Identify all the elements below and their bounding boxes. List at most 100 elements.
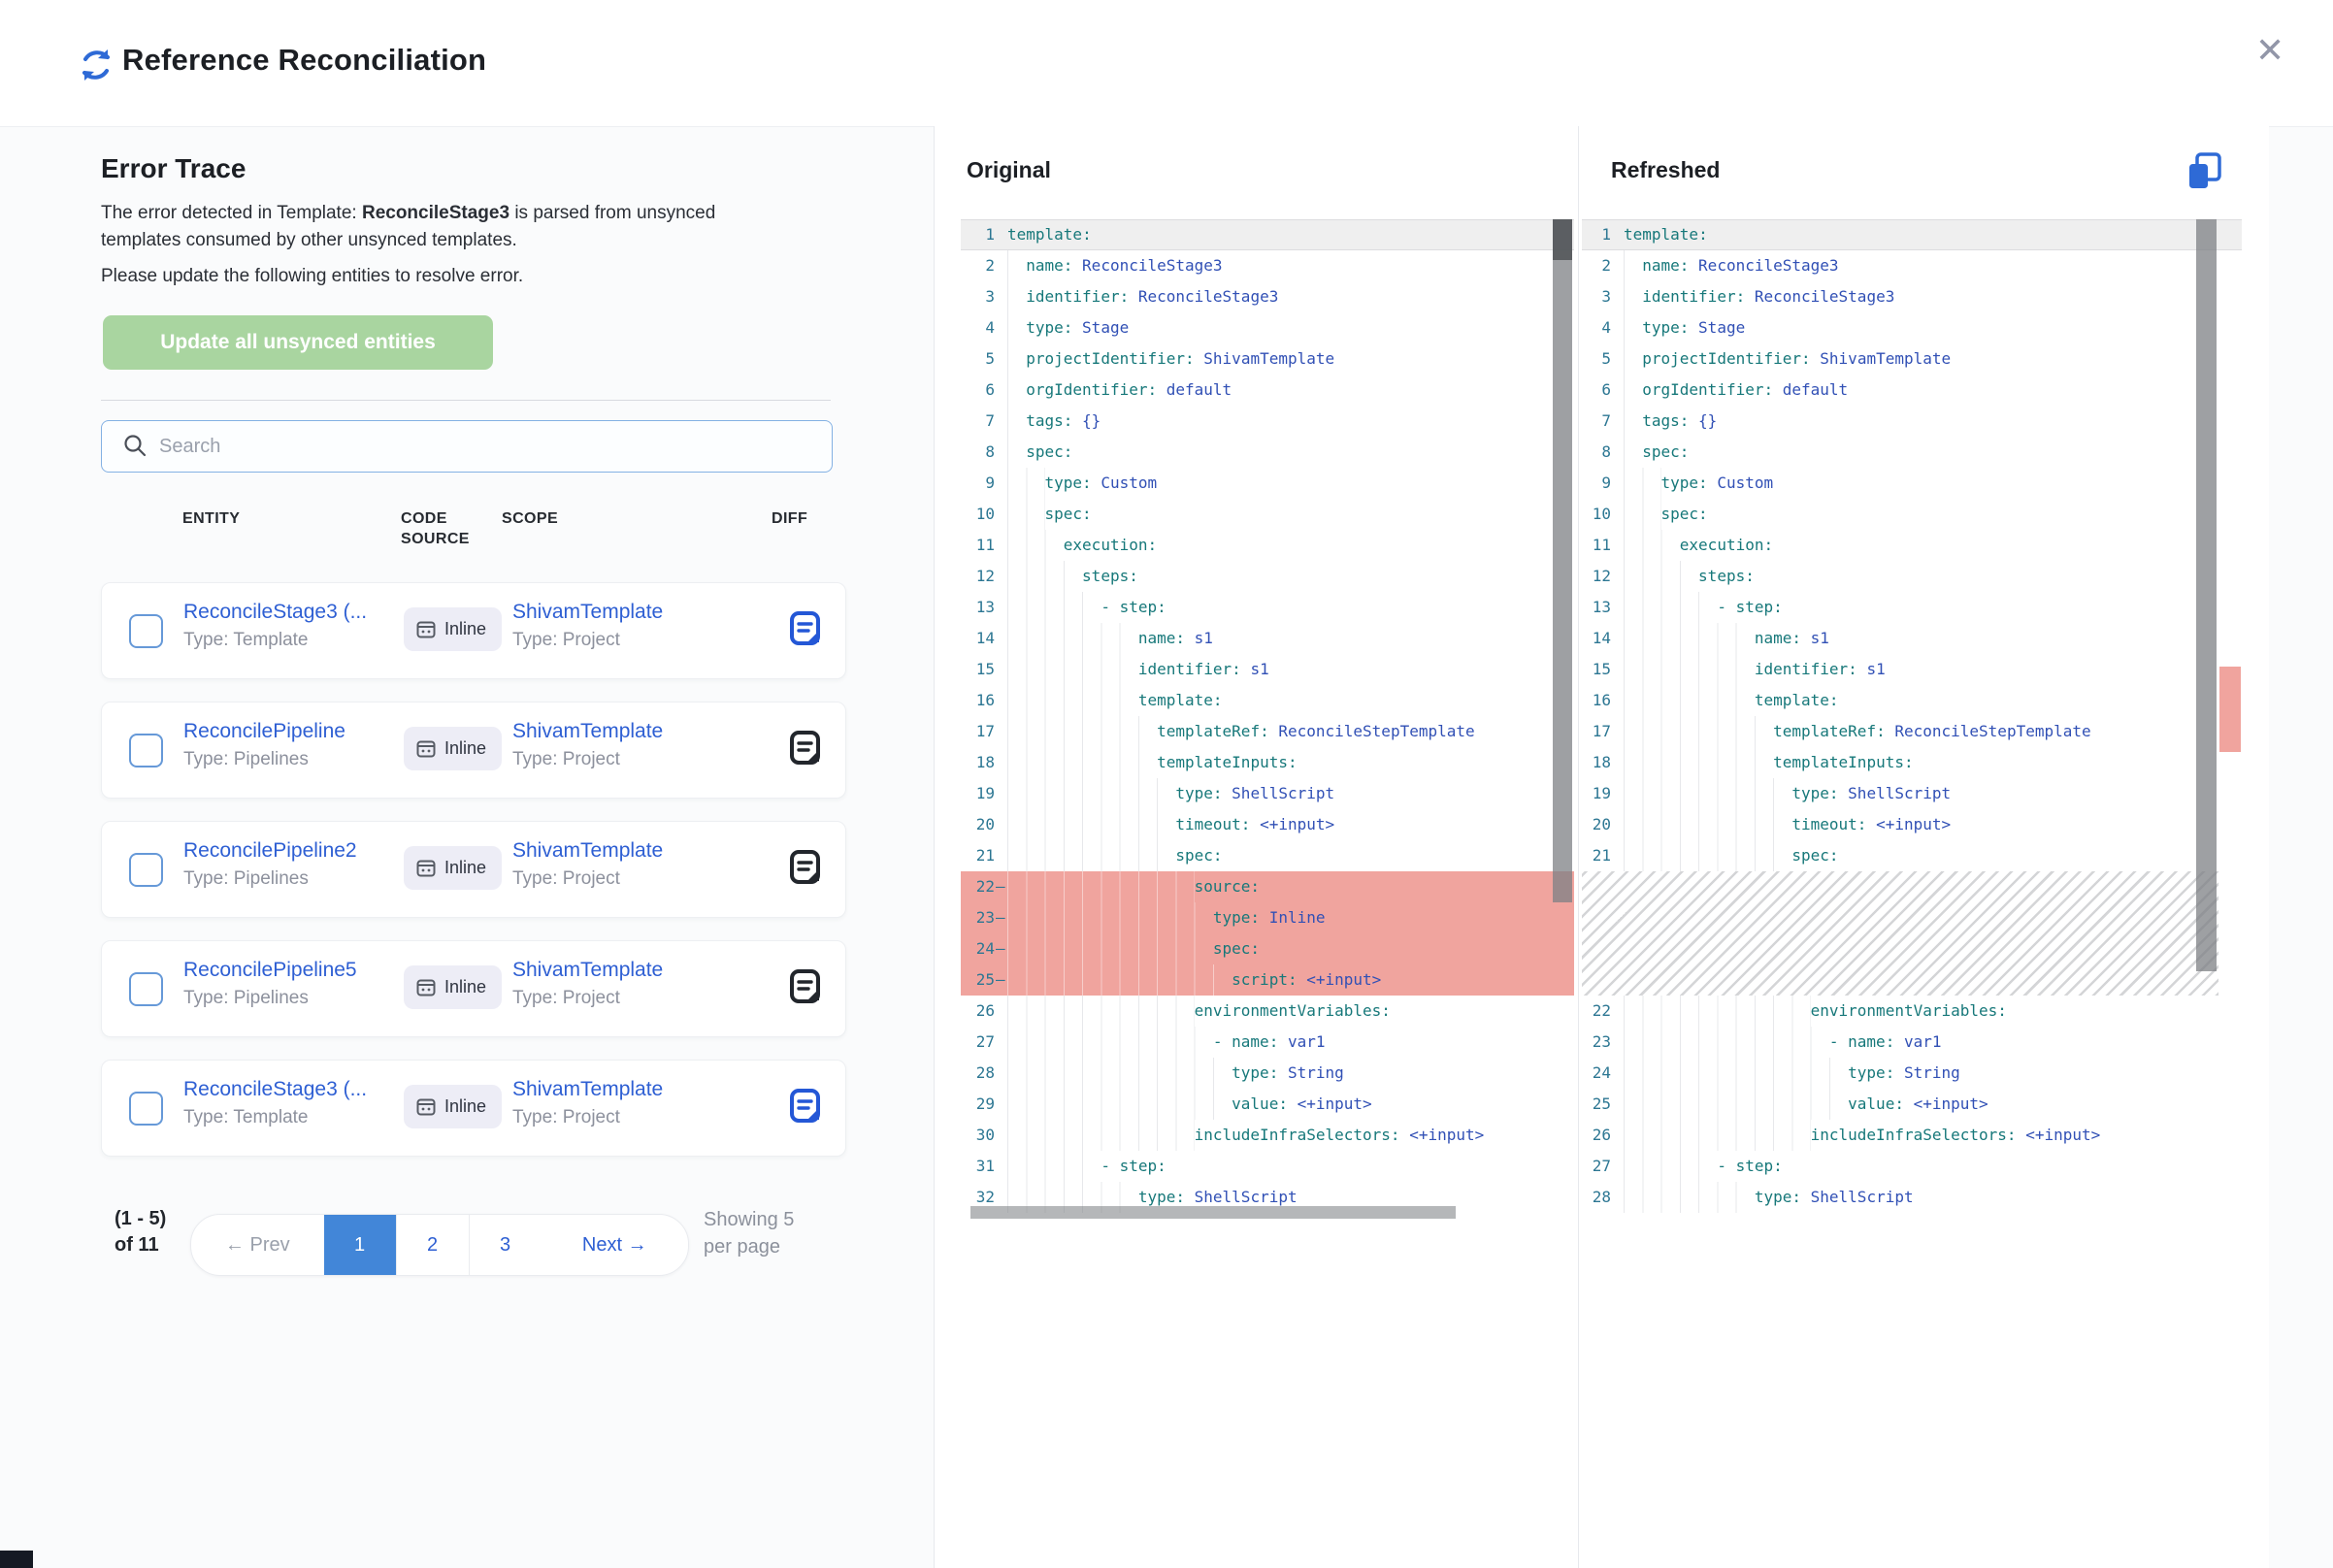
error-template-name: ReconcileStage3 [362,203,509,223]
code-line: 3identifier: ReconcileStage3 [1582,281,2242,312]
diff-note-icon[interactable] [789,849,822,888]
entity-link[interactable]: ReconcilePipeline5 [183,959,357,982]
original-horizontal-scrollbar[interactable] [970,1206,1456,1219]
scope-type: Type: Project [512,630,620,651]
code-line: 6orgIdentifier: default [1582,375,2242,406]
scope-type: Type: Project [512,988,620,1009]
code-line: 12steps: [1582,561,2242,592]
inline-record-icon [415,619,437,640]
page-title: Reference Reconciliation [122,43,486,78]
original-pane-label: Original [967,157,1051,183]
diff-collapsed-region [1582,871,2218,996]
refresh-icon [78,47,115,83]
column-header-code-source: CODE SOURCE [401,508,478,549]
code-line: 18templateInputs: [1582,747,2242,778]
scope-link[interactable]: ShivamTemplate [512,1078,663,1101]
entity-type: Type: Template [183,1107,309,1128]
diff-overview-marker [2219,667,2241,752]
code-source-badge: Inline [404,1085,502,1128]
code-line: 1template: [1582,219,2242,250]
code-line: 22—source: [961,871,1574,902]
refreshed-vertical-scrollbar[interactable] [2196,219,2217,971]
code-line: 8spec: [961,437,1574,468]
pagination-page-1[interactable]: 1 [324,1215,396,1275]
code-line: 13- step: [1582,592,2242,623]
diff-note-icon[interactable] [789,968,822,1007]
underlying-page-corner [0,1551,33,1568]
search-input[interactable] [157,420,705,473]
entity-type: Type: Pipelines [183,749,309,770]
error-trace-heading: Error Trace [101,153,246,184]
entity-type: Type: Pipelines [183,988,309,1009]
row-checkbox[interactable] [129,853,163,887]
code-line: 24—spec: [961,933,1574,964]
code-line: 16template: [1582,685,2242,716]
table-row: ReconcileStage3 (... Type: Template Inline… [101,1060,846,1157]
code-line: 25value: <+input> [1582,1089,2242,1120]
pagination-prev-button[interactable]: ← Prev [191,1215,324,1275]
code-source-badge: Inline [404,727,502,770]
entity-link[interactable]: ReconcileStage3 (... [183,1078,367,1101]
row-checkbox[interactable] [129,614,163,648]
code-line: 10spec: [961,499,1574,530]
original-code-editor[interactable]: 1template:2name: ReconcileStage33identif… [961,218,1574,1222]
pagination-page-2[interactable]: 2 [396,1215,469,1275]
search-icon [122,433,148,458]
code-line: 11execution: [1582,530,2242,561]
code-line: 5projectIdentifier: ShivamTemplate [961,343,1574,375]
code-source-label: Inline [444,1096,486,1117]
inline-record-icon [415,858,437,879]
scope-link[interactable]: ShivamTemplate [512,720,663,743]
code-line: 14name: s1 [961,623,1574,654]
update-all-button[interactable]: Update all unsynced entities [103,315,493,370]
diff-note-icon[interactable] [789,610,822,649]
code-source-label: Inline [444,738,486,759]
code-line: 3identifier: ReconcileStage3 [961,281,1574,312]
code-line: 15identifier: s1 [961,654,1574,685]
error-description-prefix: The error detected in Template: [101,203,362,223]
table-row: ReconcilePipeline Type: Pipelines Inline Sh… [101,702,846,799]
row-checkbox[interactable] [129,734,163,768]
entity-link[interactable]: ReconcilePipeline2 [183,839,357,863]
code-line: 1template: [961,219,1574,250]
scope-type: Type: Project [512,749,620,770]
code-line: 21spec: [1582,840,2242,871]
close-icon[interactable]: ✕ [2255,33,2284,68]
code-line: 13- step: [961,592,1574,623]
error-instruction: Please update the following entities to … [101,266,800,287]
code-line: 16template: [961,685,1574,716]
code-source-label: Inline [444,858,486,878]
original-vertical-scrollbar[interactable] [1553,219,1572,902]
refreshed-pane-label: Refreshed [1611,157,1720,183]
diff-note-icon[interactable] [789,730,822,768]
code-line: 20timeout: <+input> [961,809,1574,840]
code-line: 19type: ShellScript [961,778,1574,809]
code-line: 28type: ShellScript [1582,1182,2242,1213]
code-source-badge: Inline [404,965,502,1009]
code-line: 10spec: [1582,499,2242,530]
column-header-diff: DIFF [772,508,807,529]
code-line: 30includeInfraSelectors: <+input> [961,1120,1574,1151]
code-line: 22environmentVariables: [1582,996,2242,1027]
row-checkbox[interactable] [129,972,163,1006]
copy-icon[interactable] [2185,151,2224,192]
row-checkbox[interactable] [129,1092,163,1126]
scope-link[interactable]: ShivamTemplate [512,959,663,982]
entity-link[interactable]: ReconcilePipeline [183,720,345,743]
scope-type: Type: Project [512,868,620,890]
table-row: ReconcileStage3 (...Type: TemplateInline… [101,582,846,679]
diff-note-icon[interactable] [789,1088,822,1127]
refreshed-code-editor[interactable]: 1template:2name: ReconcileStage33identif… [1582,218,2242,1222]
code-line: 9type: Custom [1582,468,2242,499]
code-source-badge: Inline [404,607,502,651]
panel-divider [934,126,935,1568]
code-line: 27- step: [1582,1151,2242,1182]
scope-link[interactable]: ShivamTemplate [512,839,663,863]
code-line: 26includeInfraSelectors: <+input> [1582,1120,2242,1151]
code-line: 18templateInputs: [961,747,1574,778]
scope-link[interactable]: ShivamTemplate [512,601,663,624]
pagination-next-button[interactable]: Next → [542,1215,688,1275]
entity-link[interactable]: ReconcileStage3 (... [183,601,367,624]
table-row: ReconcilePipeline5 Type: Pipelines Inline S… [101,940,846,1037]
pagination-page-3[interactable]: 3 [469,1215,542,1275]
